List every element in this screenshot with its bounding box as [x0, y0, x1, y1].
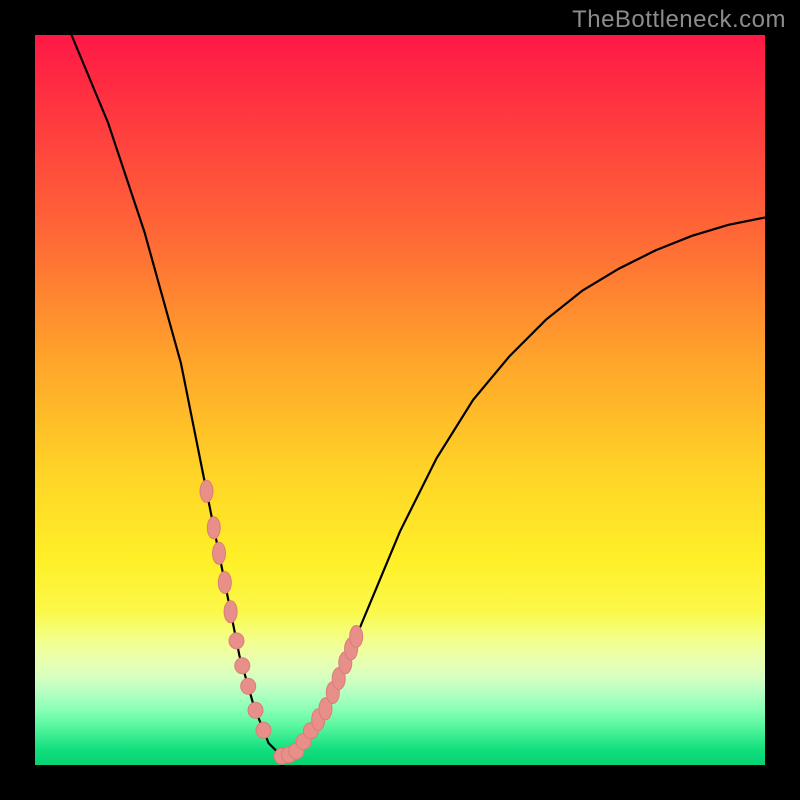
curve-marker [248, 702, 263, 718]
curve-marker [200, 480, 213, 502]
marker-group [200, 480, 363, 764]
curve-marker [218, 572, 231, 594]
curve-marker [350, 626, 363, 648]
plot-area [35, 35, 765, 765]
curve-marker [213, 542, 226, 564]
curve-marker [256, 722, 271, 738]
curve-marker [235, 658, 250, 674]
curve-marker [241, 678, 256, 694]
watermark: TheBottleneck.com [572, 6, 786, 34]
curve-marker [224, 601, 237, 623]
curve-marker [207, 517, 220, 539]
chart-frame: TheBottleneck.com [0, 0, 800, 800]
curve-marker [229, 633, 244, 649]
bottleneck-curve-path [72, 35, 766, 758]
curve-group [72, 35, 766, 758]
bottleneck-curve-svg [35, 35, 765, 765]
